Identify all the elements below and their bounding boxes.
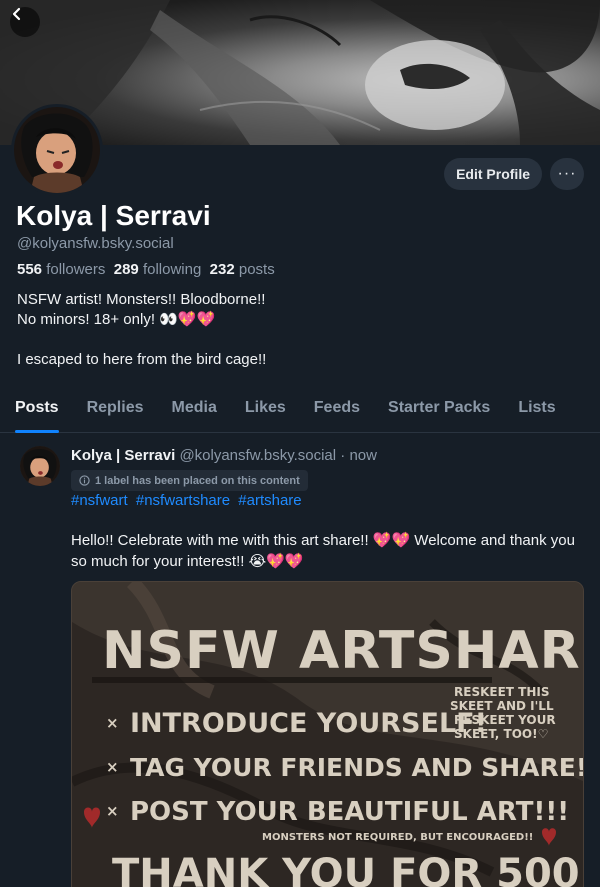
hashtag-link[interactable]: #artshare [238,492,301,509]
content-label-notice[interactable]: 1 label has been placed on this content [71,470,308,491]
profile-handle: @kolyansfw.bsky.social [17,235,174,252]
post-author-name[interactable]: Kolya | Serravi [71,447,175,464]
profile-bio: NSFW artist! Monsters!! Bloodborne!! No … [17,290,266,370]
hashtag-link[interactable]: #nsfwart [71,492,128,509]
tab-replies[interactable]: Replies [87,389,144,433]
tab-starter-packs[interactable]: Starter Packs [388,389,490,433]
art-item: INTRODUCE YOURSELF! [130,708,487,739]
post-body-text: Hello!! Celebrate with me with this art … [71,532,575,570]
display-name: Kolya | Serravi [16,200,211,231]
edit-profile-button[interactable]: Edit Profile [444,158,542,190]
followers-link[interactable]: 556 followers [17,261,105,278]
bio-line: I escaped to here from the bird cage!! [17,351,267,368]
bio-line: NSFW artist! Monsters!! Bloodborne!! [17,291,266,308]
art-bullet: × [106,714,119,732]
art-bullet: × [106,758,119,776]
profile-tabs: Posts Replies Media Likes Feeds Starter … [0,389,600,433]
tab-posts[interactable]: Posts [15,389,59,433]
bio-line: No minors! 18+ only! 👀💖💖 [17,311,216,328]
feed-post[interactable]: Kolya | Serravi @kolyansfw.bsky.social ·… [0,434,600,887]
art-item: POST YOUR BEAUTIFUL ART!!! [130,797,569,827]
more-options-button[interactable]: ··· [550,158,584,190]
post-hashtags: #nsfwart #nsfwartshare #artshare [71,492,306,509]
back-arrow-icon [12,7,21,21]
info-icon [79,475,90,486]
art-side-note: RESKEET THIS [454,685,549,699]
post-time[interactable]: now [349,447,377,464]
back-button[interactable] [10,7,40,37]
profile-avatar[interactable] [11,104,103,196]
post-header: Kolya | Serravi @kolyansfw.bsky.social ·… [71,447,377,464]
art-footnote: MONSTERS NOT REQUIRED, BUT ENCOURAGED!! [262,832,533,843]
tab-lists[interactable]: Lists [518,389,555,433]
tab-likes[interactable]: Likes [245,389,286,433]
post-author-avatar[interactable] [20,446,60,486]
art-thanks: THANK YOU FOR 500+! [112,851,584,887]
profile-actions: Edit Profile ··· [444,158,584,190]
art-bullet: × [106,802,119,820]
following-link[interactable]: 289 following [114,261,202,278]
post-image[interactable]: NSFW ARTSHARE♡ RESKEET THIS SKEET AND I'… [71,581,584,887]
posts-count: 232 posts [209,261,275,278]
label-notice-text: 1 label has been placed on this content [95,474,300,487]
art-item: TAG YOUR FRIENDS AND SHARE!! [130,753,584,782]
bio-line [17,330,266,350]
more-icon: ··· [557,165,577,182]
artshare-image: NSFW ARTSHARE♡ RESKEET THIS SKEET AND I'… [72,582,584,887]
tab-feeds[interactable]: Feeds [314,389,360,433]
avatar-image [20,446,60,486]
profile-stats: 556 followers 289 following 232 posts [17,261,275,278]
avatar-image [14,107,100,193]
post-author-handle[interactable]: @kolyansfw.bsky.social [179,447,336,464]
tab-media[interactable]: Media [172,389,217,433]
hashtag-link[interactable]: #nsfwartshare [136,492,230,509]
post-separator: · [340,447,346,464]
art-title: NSFW ARTSHARE♡ [102,621,584,681]
